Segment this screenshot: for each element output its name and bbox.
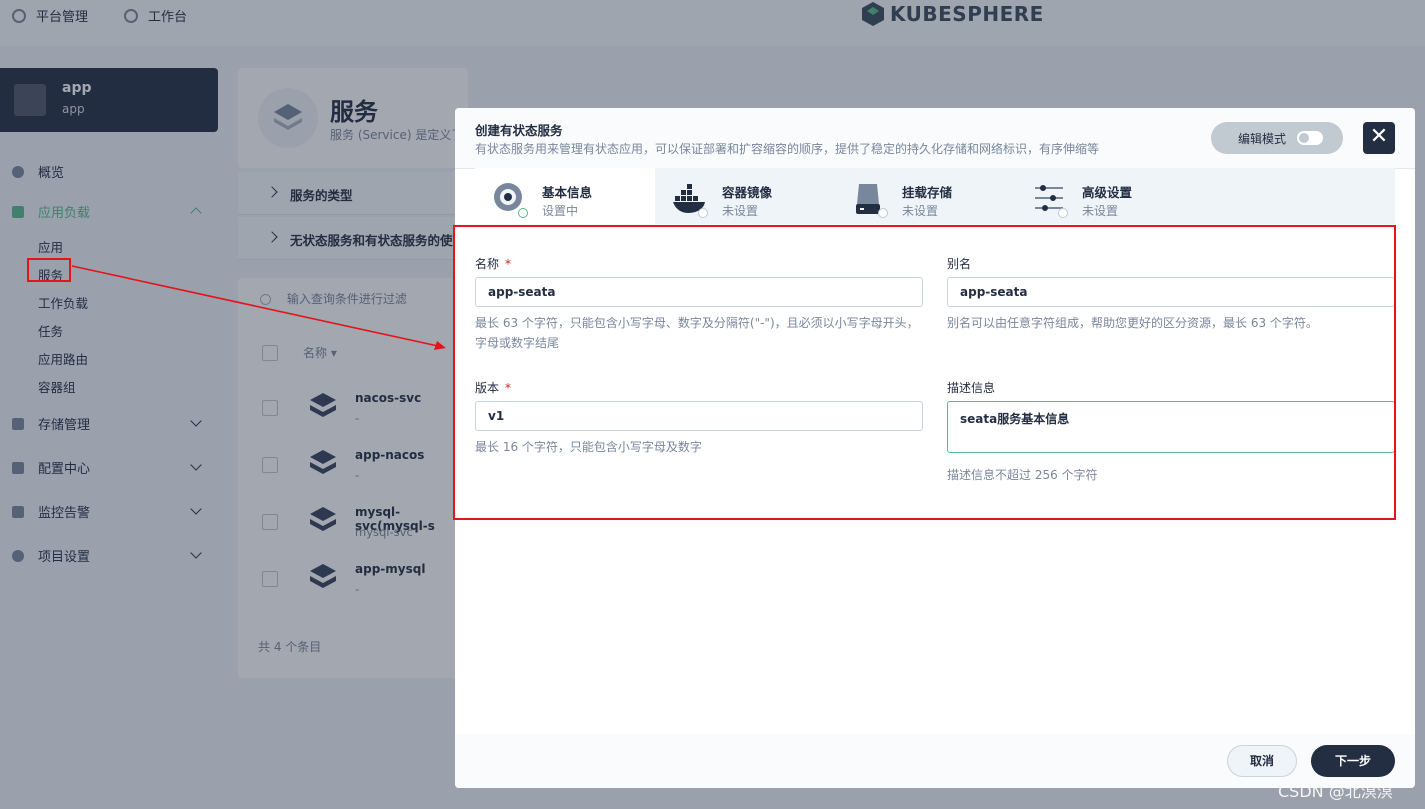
tab-status: 设置中 [542,204,579,218]
modal-description: 有状态服务用来管理有状态应用，可以保证部署和扩容缩容的顺序，提供了稳定的持久化存… [475,142,1100,156]
tab-label: 挂载存储 [902,185,953,200]
toggle-switch-icon [1297,131,1323,145]
tab-container-image[interactable]: 容器镜像 未设置 [655,168,835,224]
tab-status: 未设置 [1082,204,1119,218]
modal-header: 创建有状态服务 有状态服务用来管理有状态应用，可以保证部署和扩容缩容的顺序，提供… [455,108,1415,169]
modal-footer: 取消 下一步 [455,734,1415,788]
tab-advanced-settings[interactable]: 高级设置 未设置 [1015,168,1195,224]
edit-mode-toggle[interactable]: 编辑模式 [1211,122,1343,154]
tab-label: 高级设置 [1082,185,1133,200]
modal-title: 创建有状态服务 [475,123,563,138]
watermark: CSDN @北溟溟 [1278,782,1393,801]
annotation-highlight-services [27,258,71,282]
status-dot-icon [1058,208,1068,218]
tab-basic-info[interactable]: 基本信息 设置中 [475,168,655,224]
status-dot-icon [878,208,888,218]
status-dot-icon [518,208,528,218]
step-tabs: 基本信息 设置中 容器镜像 未设置 挂载存储 未设置 高级设置 未设置 [475,168,1395,224]
edit-mode-label: 编辑模式 [1238,132,1287,146]
tab-status: 未设置 [902,204,939,218]
tab-label: 基本信息 [542,185,593,200]
close-button[interactable]: ✕ [1363,122,1395,154]
status-dot-icon [698,208,708,218]
tab-mount-storage[interactable]: 挂载存储 未设置 [835,168,1015,224]
next-step-button[interactable]: 下一步 [1311,745,1395,777]
cancel-button[interactable]: 取消 [1227,745,1297,777]
tab-label: 容器镜像 [722,185,773,200]
annotation-highlight-form [453,225,1396,520]
tab-status: 未设置 [722,204,759,218]
